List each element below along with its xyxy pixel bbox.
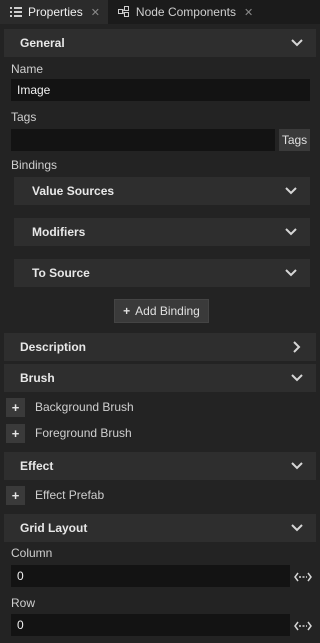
section-title: General [20,36,65,50]
chevron-down-icon [290,521,304,535]
binding-value-sources-header[interactable]: Value Sources [14,177,310,205]
chevron-down-icon [290,36,304,50]
column-field[interactable]: 0 [11,565,290,587]
section-effect-header[interactable]: Effect [4,452,316,480]
chevron-down-icon [284,225,298,239]
tags-label: Tags [11,110,37,124]
drag-adjust-icon[interactable] [294,571,312,582]
add-background-brush-button[interactable]: + [6,398,25,417]
sub-section-title: Value Sources [32,184,115,198]
bindings-label: Bindings [11,158,58,172]
name-label: Name [11,62,44,76]
background-brush-label: Background Brush [35,400,134,414]
section-description-header[interactable]: Description [4,333,316,361]
chevron-down-icon [284,184,298,198]
tab-node-components[interactable]: Node Components ✕ [108,0,261,24]
node-components-icon [117,6,130,18]
tab-properties[interactable]: Properties ✕ [0,0,108,24]
foreground-brush-label: Foreground Brush [35,426,132,440]
binding-to-source-header[interactable]: To Source [14,259,310,287]
plus-icon: + [123,304,131,318]
name-field[interactable]: Image [11,79,310,101]
section-brush-header[interactable]: Brush [4,364,316,392]
section-title: Brush [20,371,55,385]
effect-prefab-label: Effect Prefab [35,488,105,502]
list-icon [10,6,22,18]
tab-bar: Properties ✕ Node Components ✕ [0,0,320,24]
row-field[interactable]: 0 [11,614,290,636]
section-general-header[interactable]: General [4,29,316,57]
sub-section-title: To Source [32,266,90,280]
add-binding-label: Add Binding [135,304,200,318]
tab-label: Node Components [135,5,236,19]
sub-section-title: Modifiers [32,225,86,239]
tags-button[interactable]: Tags [279,129,310,151]
chevron-down-icon [290,371,304,385]
section-title: Grid Layout [20,521,88,535]
column-label: Column [11,546,53,560]
chevron-down-icon [284,266,298,280]
add-effect-prefab-button[interactable]: + [6,486,25,505]
chevron-down-icon [290,459,304,473]
binding-modifiers-header[interactable]: Modifiers [14,218,310,246]
tab-label: Properties [28,5,83,19]
add-binding-button[interactable]: + Add Binding [114,299,209,323]
section-title: Description [20,340,87,354]
row-label: Row [11,596,36,610]
section-title: Effect [20,459,54,473]
close-icon[interactable]: ✕ [244,6,253,19]
tags-field[interactable] [11,129,275,151]
close-icon[interactable]: ✕ [91,6,100,19]
section-grid-layout-header[interactable]: Grid Layout [4,514,316,542]
chevron-right-icon [290,340,304,354]
add-foreground-brush-button[interactable]: + [6,424,25,443]
drag-adjust-icon[interactable] [294,620,312,631]
